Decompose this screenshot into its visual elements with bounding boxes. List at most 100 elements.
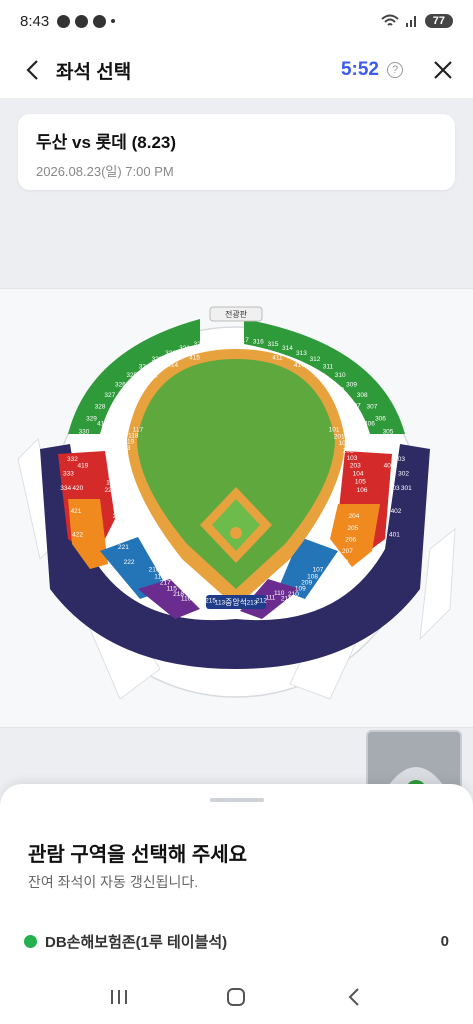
recent-apps-button[interactable] <box>99 977 139 1017</box>
seat-section-302[interactable]: 302 <box>398 470 409 477</box>
seat-section-312[interactable]: 312 <box>310 356 321 363</box>
seat-section-220[interactable]: 220 <box>114 529 125 536</box>
seat-section-207[interactable]: 207 <box>342 548 353 555</box>
seat-section-406[interactable]: 406 <box>364 421 375 428</box>
seat-section-404[interactable]: 404 <box>384 463 395 470</box>
seat-section-226[interactable]: 226 <box>104 487 115 494</box>
seat-section-319[interactable]: 319 <box>208 339 219 346</box>
seat-section-411[interactable]: 411 <box>272 355 283 362</box>
seat-section-221[interactable]: 221 <box>118 544 129 551</box>
seat-section-402[interactable]: 402 <box>391 508 402 515</box>
seat-section-413[interactable]: 413 <box>147 373 158 380</box>
seat-section-311[interactable]: 311 <box>323 364 334 371</box>
seat-section-326[interactable]: 326 <box>115 382 126 389</box>
seat-section-422[interactable]: 422 <box>72 531 83 538</box>
seat-section-215[interactable]: 215 <box>205 597 216 604</box>
seat-section-333[interactable]: 333 <box>63 470 74 477</box>
seat-section-113[interactable]: 113 <box>215 600 226 607</box>
zone-row-db[interactable]: DB손해보험존(1루 테이블석) 0 <box>24 930 449 952</box>
seat-section-331[interactable]: 331 <box>72 442 83 449</box>
seat-section-206[interactable]: 206 <box>345 537 356 544</box>
seat-section-417[interactable]: 417 <box>97 421 108 428</box>
seat-section-315[interactable]: 315 <box>268 341 279 348</box>
sheet-handle[interactable] <box>210 798 264 802</box>
seat-section-225[interactable]: 225 <box>108 472 119 479</box>
seat-section-217[interactable]: 217 <box>160 580 171 587</box>
seat-section-410[interactable]: 410 <box>294 362 305 369</box>
seat-section-214[interactable]: 214 <box>187 590 198 597</box>
seat-section-208[interactable]: 208 <box>337 559 348 566</box>
seat-section-103[interactable]: 103 <box>347 455 358 462</box>
seat-section-102[interactable]: 102 <box>339 440 350 447</box>
seat-section-325[interactable]: 325 <box>126 372 137 379</box>
seat-section-223[interactable]: 223 <box>120 445 131 452</box>
seat-section-303[interactable]: 303 <box>394 456 405 463</box>
seat-section-320[interactable]: 320 <box>194 341 205 348</box>
seat-section-117[interactable]: 117 <box>133 427 144 434</box>
seat-section-105[interactable]: 105 <box>355 479 366 486</box>
seat-section-334[interactable]: 334 <box>60 485 71 492</box>
seat-section-309[interactable]: 309 <box>346 382 357 389</box>
seat-section-306[interactable]: 306 <box>375 416 386 423</box>
seat-section-104[interactable]: 104 <box>353 471 364 478</box>
seat-section-323[interactable]: 323 <box>152 356 163 363</box>
seat-section-110[interactable]: 110 <box>274 590 285 597</box>
seat-section-322[interactable]: 322 <box>165 350 176 357</box>
seat-section-224[interactable]: 224 <box>113 458 124 465</box>
seat-section-330[interactable]: 330 <box>79 429 90 436</box>
seat-section-216[interactable]: 216 <box>149 566 160 573</box>
seat-section-414[interactable]: 414 <box>167 362 178 369</box>
seat-section-202[interactable]: 202 <box>343 447 354 454</box>
seat-section-420[interactable]: 420 <box>72 485 83 492</box>
seat-section-308[interactable]: 308 <box>357 392 368 399</box>
seat-section-304[interactable]: 304 <box>389 442 400 449</box>
home-button[interactable] <box>216 977 256 1017</box>
seat-section-222[interactable]: 222 <box>124 559 135 566</box>
seat-section-407[interactable]: 407 <box>350 402 361 409</box>
seat-section-418[interactable]: 418 <box>86 441 97 448</box>
seat-section-415[interactable]: 415 <box>189 355 200 362</box>
seat-section-213[interactable]: 213 <box>247 600 258 607</box>
seat-section-316[interactable]: 316 <box>253 339 264 346</box>
seat-section-419[interactable]: 419 <box>77 463 88 470</box>
seat-section-205[interactable]: 205 <box>347 525 358 532</box>
seat-section-310[interactable]: 310 <box>335 372 346 379</box>
seat-section-305[interactable]: 305 <box>383 429 394 436</box>
seat-section-114[interactable]: 114 <box>154 573 165 580</box>
close-button[interactable] <box>429 56 457 84</box>
seat-section-409[interactable]: 409 <box>314 373 325 380</box>
seat-section-317[interactable]: 317 <box>238 337 249 344</box>
seat-section-314[interactable]: 314 <box>282 345 293 352</box>
seat-section-106[interactable]: 106 <box>357 487 368 494</box>
seat-section-328[interactable]: 328 <box>95 404 106 411</box>
seat-map-panel[interactable]: 전광판 중앙석 415 414 413 412 416 417 418 419 420 421 42… <box>0 288 473 728</box>
seat-section-421[interactable]: 421 <box>71 508 82 515</box>
seat-section-327[interactable]: 327 <box>104 392 115 399</box>
seat-section-313[interactable]: 313 <box>296 350 307 357</box>
seat-section-321[interactable]: 321 <box>179 345 190 352</box>
seat-section-204[interactable]: 204 <box>348 513 359 520</box>
seat-section-416[interactable]: 416 <box>111 402 122 409</box>
seat-section-403[interactable]: 403 <box>389 485 400 492</box>
help-icon[interactable]: ? <box>387 62 403 78</box>
back-button[interactable] <box>16 54 48 86</box>
seat-section-203[interactable]: 203 <box>350 463 361 470</box>
seat-section-405[interactable]: 405 <box>375 441 386 448</box>
back-nav-button[interactable] <box>334 977 374 1017</box>
seat-section-307[interactable]: 307 <box>366 404 377 411</box>
seat-section-210[interactable]: 210 <box>113 513 124 520</box>
seat-section-401[interactable]: 401 <box>389 531 400 538</box>
seat-section-318[interactable]: 318 <box>223 337 234 344</box>
seat-section-324[interactable]: 324 <box>139 364 150 371</box>
seat-section-121[interactable]: 121 <box>110 465 121 472</box>
stadium-map[interactable]: 전광판 중앙석 415 414 413 412 416 417 418 419 420 421 42… <box>0 289 473 729</box>
seat-section-120[interactable]: 120 <box>116 452 127 459</box>
seat-section-408[interactable]: 408 <box>333 386 344 393</box>
seat-section-111[interactable]: 111 <box>266 594 276 601</box>
seat-section-212[interactable]: 212 <box>256 597 267 604</box>
seat-section-301[interactable]: 301 <box>401 485 412 492</box>
seat-section-119[interactable]: 119 <box>124 439 135 446</box>
seat-section-332[interactable]: 332 <box>67 456 78 463</box>
seat-section-329[interactable]: 329 <box>86 416 97 423</box>
seat-section-122[interactable]: 122 <box>106 480 117 487</box>
